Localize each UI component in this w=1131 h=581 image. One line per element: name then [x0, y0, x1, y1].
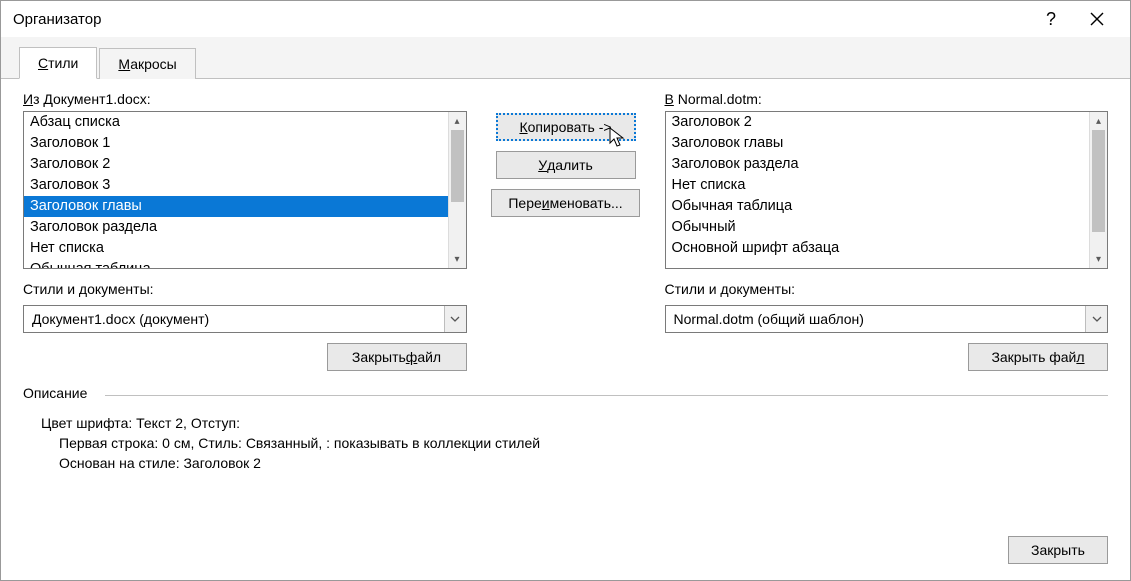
- combo-value: Normal.dotm (общий шаблон): [666, 306, 1086, 332]
- list-item[interactable]: Заголовок главы: [666, 133, 1090, 154]
- target-list-items: Заголовок 2 Заголовок главы Заголовок ра…: [666, 112, 1090, 268]
- chevron-down-icon[interactable]: [444, 306, 466, 332]
- scroll-up-icon[interactable]: ▴: [449, 112, 466, 130]
- scroll-down-icon[interactable]: ▾: [449, 250, 466, 268]
- organizer-dialog: Организатор ? Стили Макросы Из Документ1…: [0, 0, 1131, 581]
- scroll-thumb[interactable]: [1092, 130, 1105, 232]
- source-scrollbar[interactable]: ▴ ▾: [448, 112, 466, 268]
- divider: [105, 395, 1108, 396]
- list-item[interactable]: Нет списка: [24, 238, 448, 259]
- source-label: Из Документ1.docx:: [23, 91, 467, 107]
- close-window-button[interactable]: [1074, 4, 1120, 34]
- target-styles-docs-combo[interactable]: Normal.dotm (общий шаблон): [665, 305, 1109, 333]
- tab-macros[interactable]: Макросы: [99, 48, 195, 79]
- combo-value: Документ1.docx (документ): [24, 306, 444, 332]
- scroll-up-icon[interactable]: ▴: [1090, 112, 1107, 130]
- source-listbox[interactable]: Абзац списка Заголовок 1 Заголовок 2 Заг…: [23, 111, 467, 269]
- list-item[interactable]: Нет списка: [666, 175, 1090, 196]
- list-item-selected[interactable]: Заголовок главы: [24, 196, 448, 217]
- action-buttons-panel: Копировать -> Удалить Переименовать...: [481, 91, 651, 371]
- target-styles-docs-label: Стили и документы:: [665, 281, 1109, 297]
- scroll-track[interactable]: [449, 130, 466, 250]
- titlebar: Организатор ?: [1, 1, 1130, 37]
- dialog-footer: Закрыть: [1, 536, 1130, 580]
- scroll-thumb[interactable]: [451, 130, 464, 202]
- target-listbox[interactable]: Заголовок 2 Заголовок главы Заголовок ра…: [665, 111, 1109, 269]
- close-dialog-button[interactable]: Закрыть: [1008, 536, 1108, 564]
- close-icon: [1090, 12, 1104, 26]
- chevron-down-icon[interactable]: [1085, 306, 1107, 332]
- rename-button[interactable]: Переименовать...: [491, 189, 639, 217]
- description-line: Цвет шрифта: Текст 2, Отступ:: [41, 413, 1108, 433]
- target-label: В Normal.dotm:: [665, 91, 1109, 107]
- target-panel: В Normal.dotm: Заголовок 2 Заголовок гла…: [665, 91, 1109, 371]
- list-item[interactable]: Заголовок раздела: [666, 154, 1090, 175]
- list-item[interactable]: Заголовок 1: [24, 133, 448, 154]
- window-title: Организатор: [13, 11, 1028, 28]
- list-item[interactable]: Обычный: [666, 217, 1090, 238]
- close-target-file-button[interactable]: Закрыть файл: [968, 343, 1108, 371]
- description-line: Основан на стиле: Заголовок 2: [41, 453, 1108, 473]
- tab-bar: Стили Макросы: [1, 37, 1130, 79]
- source-styles-docs-label: Стили и документы:: [23, 281, 467, 297]
- source-styles-docs-combo[interactable]: Документ1.docx (документ): [23, 305, 467, 333]
- copy-button[interactable]: Копировать ->: [496, 113, 636, 141]
- source-panel: Из Документ1.docx: Абзац списка Заголово…: [23, 91, 467, 371]
- scroll-track[interactable]: [1090, 130, 1107, 250]
- list-item[interactable]: Абзац списка: [24, 112, 448, 133]
- list-item[interactable]: Заголовок раздела: [24, 217, 448, 238]
- tab-styles[interactable]: Стили: [19, 47, 97, 79]
- description-group: Описание Цвет шрифта: Текст 2, Отступ: П…: [23, 385, 1108, 473]
- scroll-down-icon[interactable]: ▾: [1090, 250, 1107, 268]
- source-list-items: Абзац списка Заголовок 1 Заголовок 2 Заг…: [24, 112, 448, 268]
- target-scrollbar[interactable]: ▴ ▾: [1089, 112, 1107, 268]
- close-source-file-button[interactable]: Закрыть файл: [327, 343, 467, 371]
- list-item[interactable]: Обычная таблица: [666, 196, 1090, 217]
- help-button[interactable]: ?: [1028, 4, 1074, 34]
- list-item[interactable]: Обычная таблица: [24, 259, 448, 268]
- description-body: Цвет шрифта: Текст 2, Отступ: Первая стр…: [23, 401, 1108, 473]
- content-area: Из Документ1.docx: Абзац списка Заголово…: [1, 79, 1130, 536]
- description-line: Первая строка: 0 см, Стиль: Связанный, :…: [41, 433, 1108, 453]
- list-item[interactable]: Заголовок 3: [24, 175, 448, 196]
- list-item[interactable]: Основной шрифт абзаца: [666, 238, 1090, 259]
- description-legend: Описание: [23, 385, 91, 401]
- delete-button[interactable]: Удалить: [496, 151, 636, 179]
- list-item[interactable]: Заголовок 2: [24, 154, 448, 175]
- list-item[interactable]: Заголовок 2: [666, 112, 1090, 133]
